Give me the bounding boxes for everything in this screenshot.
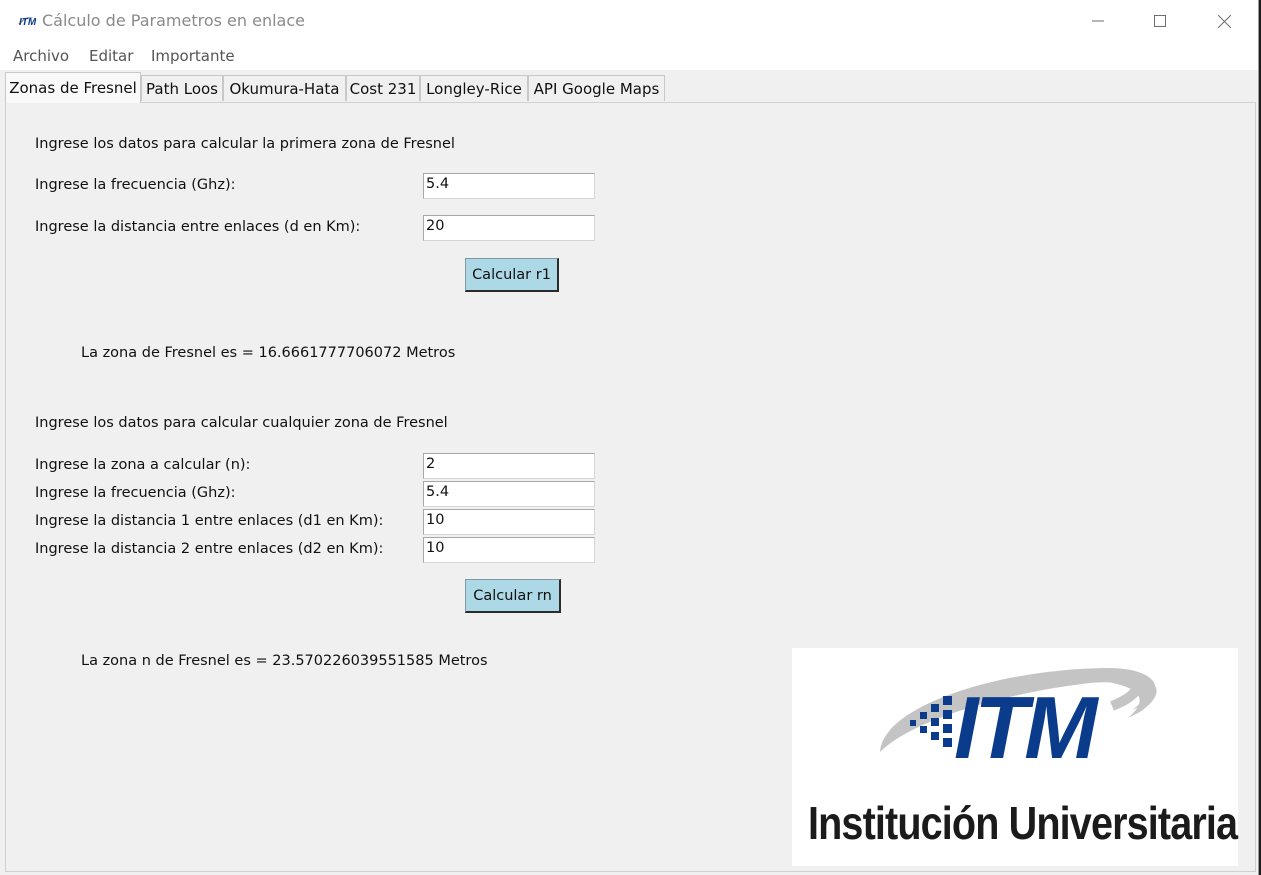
app-window: ITM Cálculo de Parametros en enlace Arch… — [0, 0, 1259, 875]
close-icon — [1217, 14, 1231, 28]
section1-heading: Ingrese los datos para calcular la prime… — [35, 136, 455, 152]
maximize-icon — [1154, 15, 1166, 27]
minimize-icon — [1092, 20, 1104, 22]
menu-editar[interactable]: Editar — [89, 47, 133, 65]
menu-importante[interactable]: Importante — [151, 47, 235, 65]
tab-strip: Zonas de Fresnel Path Loos Okumura-Hata … — [0, 70, 1258, 103]
tab-zonas-de-fresnel[interactable]: Zonas de Fresnel — [5, 72, 141, 103]
close-button[interactable] — [1192, 0, 1256, 42]
window-title: Cálculo de Parametros en enlace — [42, 11, 305, 30]
itm-logo-letters: ITM — [954, 678, 1099, 777]
svg-text:ITM: ITM — [19, 17, 36, 28]
section2-d2-input[interactable]: 10 — [423, 537, 595, 563]
section1-dist-label: Ingrese la distancia entre enlaces (d en… — [35, 219, 361, 235]
section2-d1-input[interactable]: 10 — [423, 509, 595, 535]
tab-path-loos[interactable]: Path Loos — [141, 75, 223, 101]
section2-freq-input[interactable]: 5.4 — [423, 481, 595, 507]
section2-zone-label: Ingrese la zona a calcular (n): — [35, 457, 251, 473]
calcular-rn-button[interactable]: Calcular rn — [465, 579, 561, 613]
section1-freq-label: Ingrese la frecuencia (Ghz): — [35, 177, 236, 193]
section2-d2-label: Ingrese la distancia 2 entre enlaces (d2… — [35, 541, 384, 557]
itm-logo: ITM Institución Universitaria — [792, 648, 1238, 866]
title-bar: ITM Cálculo de Parametros en enlace — [0, 0, 1258, 42]
tab-cost-231[interactable]: Cost 231 — [346, 75, 420, 101]
section2-d1-label: Ingrese la distancia 1 entre enlaces (d1… — [35, 513, 384, 529]
section1-result: La zona de Fresnel es = 16.6661777706072… — [81, 345, 456, 361]
menu-bar: Archivo Editar Importante — [0, 42, 1258, 70]
tab-longley-rice[interactable]: Longley-Rice — [420, 75, 528, 101]
calcular-r1-button[interactable]: Calcular r1 — [465, 258, 559, 292]
tab-api-google-maps[interactable]: API Google Maps — [528, 75, 665, 101]
section2-result: La zona n de Fresnel es = 23.57022603955… — [81, 653, 488, 669]
maximize-button[interactable] — [1128, 0, 1192, 42]
itm-logo-mark: ITM — [880, 667, 1157, 777]
section2-heading: Ingrese los datos para calcular cualquie… — [35, 415, 448, 431]
itm-logo-text: Institución Universitaria — [808, 797, 1238, 849]
section2-zone-input[interactable]: 2 — [423, 453, 595, 479]
section1-freq-input[interactable]: 5.4 — [423, 173, 595, 199]
menu-archivo[interactable]: Archivo — [13, 47, 69, 65]
minimize-button[interactable] — [1066, 0, 1130, 42]
itm-app-icon: ITM — [18, 16, 36, 28]
section1-dist-input[interactable]: 20 — [423, 215, 595, 241]
tab-okumura-hata[interactable]: Okumura-Hata — [223, 75, 346, 101]
section2-freq-label: Ingrese la frecuencia (Ghz): — [35, 485, 236, 501]
